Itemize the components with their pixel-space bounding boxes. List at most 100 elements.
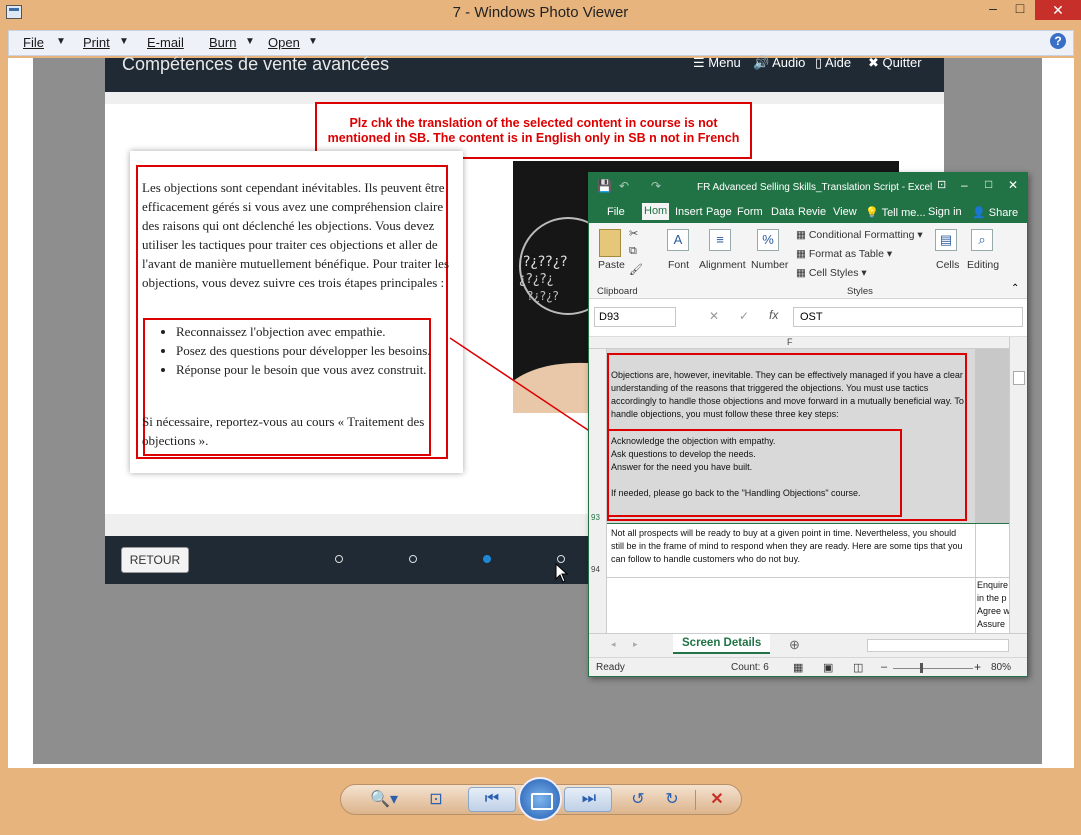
slide-audio-button: 🔊 Audio: [753, 55, 806, 70]
file-dropdown-icon[interactable]: ▼: [56, 36, 66, 47]
excel-window[interactable]: 💾 ↶ ↷ FR Advanced Selling Skills_Transla…: [588, 172, 1028, 677]
page-break-icon[interactable]: ◫: [853, 661, 863, 674]
menu-burn[interactable]: Burn: [209, 35, 236, 50]
menu-email[interactable]: E-mail: [147, 35, 184, 50]
page-dot[interactable]: [557, 555, 565, 563]
window-title: 7 - Windows Photo Viewer: [452, 4, 629, 21]
cells-icon[interactable]: ▤: [935, 229, 957, 251]
next-icon[interactable]: ⏭: [577, 789, 601, 809]
tab-insert[interactable]: Insert: [675, 206, 703, 218]
retour-button[interactable]: RETOUR: [121, 547, 189, 573]
number-icon[interactable]: %: [757, 229, 779, 251]
name-box[interactable]: D93: [594, 307, 676, 327]
cell-93-side[interactable]: [975, 349, 1009, 523]
excel-minimize-icon[interactable]: –: [961, 178, 968, 192]
burn-dropdown-icon[interactable]: ▼: [245, 36, 255, 47]
actual-size-icon[interactable]: ⊡: [424, 790, 448, 810]
menu-print[interactable]: Print: [83, 35, 110, 50]
insert-function-icon[interactable]: fx: [769, 308, 778, 322]
bullet-item: Reconnaissez l'objection avec empathie.: [176, 322, 460, 341]
slide-menu-button: ☰ Menu: [693, 55, 741, 70]
conditional-formatting-button[interactable]: ▦ Conditional Formatting ▾: [796, 229, 923, 241]
page-dot[interactable]: [335, 555, 343, 563]
menu-open[interactable]: Open: [268, 35, 300, 50]
collapse-ribbon-icon[interactable]: ⌃: [1011, 283, 1019, 294]
open-dropdown-icon[interactable]: ▼: [308, 36, 318, 47]
excel-title-bar: 💾 ↶ ↷ FR Advanced Selling Skills_Transla…: [589, 173, 1027, 201]
tab-page[interactable]: Page: [706, 206, 732, 218]
excel-title: FR Advanced Selling Skills_Translation S…: [697, 182, 933, 193]
french-paragraph: Les objections sont cependant inévitable…: [142, 180, 450, 290]
zoom-level: 80%: [991, 662, 1012, 673]
status-bar: Ready Count: 6 ▦ ▣ ◫ – + 80%: [589, 657, 1027, 676]
row-93-paragraph: Objections are, however, inevitable. The…: [611, 370, 964, 419]
share-button[interactable]: 👤 Share: [972, 206, 1018, 219]
zoom-slider-thumb[interactable]: [920, 663, 923, 673]
paste-label: Paste: [598, 259, 625, 271]
excel-close-icon[interactable]: ✕: [1008, 178, 1018, 192]
print-dropdown-icon[interactable]: ▼: [119, 36, 129, 47]
ribbon-display-icon[interactable]: ⊡: [937, 178, 946, 191]
delete-icon[interactable]: ✕: [705, 790, 729, 810]
redo-icon[interactable]: ↷: [651, 179, 661, 193]
cell-styles-button[interactable]: ▦ Cell Styles ▾: [796, 267, 867, 279]
help-icon[interactable]: ?: [1050, 33, 1066, 49]
confirm-entry-icon[interactable]: ✓: [739, 309, 749, 323]
zoom-icon[interactable]: 🔍▾: [368, 790, 400, 810]
tab-view[interactable]: View: [833, 206, 857, 218]
column-divider: [975, 524, 976, 633]
minimize-icon[interactable]: –: [985, 0, 1001, 20]
rotate-counterclockwise-icon[interactable]: ↺: [626, 790, 650, 810]
format-painter-icon[interactable]: 🖌: [629, 263, 643, 276]
tab-review[interactable]: Revie: [798, 206, 826, 218]
zoom-out-icon[interactable]: –: [881, 661, 887, 673]
rotate-clockwise-icon[interactable]: ↻: [660, 790, 684, 810]
page-layout-icon[interactable]: ▣: [823, 661, 833, 674]
tab-data[interactable]: Data: [771, 206, 794, 218]
tab-formulas[interactable]: Form: [737, 206, 763, 218]
undo-icon[interactable]: ↶: [619, 179, 629, 193]
row-header-column: [589, 349, 607, 633]
sheet-next-icon[interactable]: ▸: [633, 639, 638, 650]
sign-in-link[interactable]: Sign in: [928, 206, 962, 218]
new-sheet-icon[interactable]: ⊕: [789, 637, 800, 653]
save-icon[interactable]: 💾: [597, 179, 612, 193]
column-header-row: [589, 337, 1027, 349]
close-icon[interactable]: ✕: [1035, 0, 1081, 20]
previous-icon[interactable]: ⏮: [480, 789, 504, 809]
maximize-icon[interactable]: □: [1012, 0, 1028, 20]
tell-me-search[interactable]: 💡 Tell me...: [865, 206, 926, 219]
tab-file[interactable]: File: [607, 206, 625, 218]
bullet-item: Réponse pour le besoin que vous avez con…: [176, 360, 460, 379]
spreadsheet-grid[interactable]: F Objections are, however, inevitable. T…: [589, 337, 1027, 633]
formula-input[interactable]: OST: [793, 307, 1023, 327]
alignment-icon[interactable]: ≡: [709, 229, 731, 251]
editing-icon[interactable]: ⌕: [971, 229, 993, 251]
paste-icon[interactable]: [599, 229, 621, 257]
slideshow-button[interactable]: [518, 777, 562, 821]
cut-icon[interactable]: ✂: [629, 227, 638, 240]
excel-maximize-icon[interactable]: □: [985, 177, 992, 191]
scrollbar-thumb[interactable]: [1013, 371, 1025, 385]
row-93-footnote: If needed, please go back to the "Handli…: [611, 488, 861, 498]
status-ready: Ready: [596, 662, 625, 673]
status-count: Count: 6: [731, 662, 769, 673]
font-icon[interactable]: A: [667, 229, 689, 251]
row-number-93[interactable]: 93: [591, 513, 600, 522]
tab-home[interactable]: Hom: [642, 203, 670, 220]
zoom-slider[interactable]: [893, 668, 973, 669]
sheet-tab-screen-details[interactable]: Screen Details: [673, 634, 771, 654]
row-number-94[interactable]: 94: [591, 565, 600, 574]
menu-file[interactable]: File: [23, 35, 44, 50]
horizontal-scrollbar[interactable]: [867, 639, 1009, 652]
sheet-prev-icon[interactable]: ◂: [611, 639, 616, 650]
zoom-in-icon[interactable]: +: [974, 660, 981, 674]
page-dot-active[interactable]: [483, 555, 491, 563]
cancel-entry-icon[interactable]: ✕: [709, 309, 719, 323]
column-header-f[interactable]: F: [787, 337, 793, 347]
alignment-label: Alignment: [699, 259, 746, 271]
page-dot[interactable]: [409, 555, 417, 563]
normal-view-icon[interactable]: ▦: [793, 661, 803, 674]
format-as-table-button[interactable]: ▦ Format as Table ▾: [796, 248, 892, 260]
copy-icon[interactable]: ⧉: [629, 245, 637, 258]
